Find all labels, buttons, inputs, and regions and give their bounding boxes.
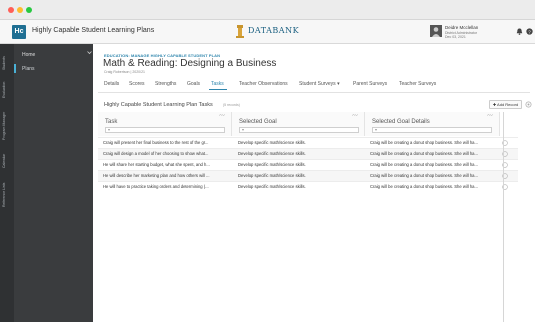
user-date: Dec 03, 2021 (445, 35, 466, 39)
brand-name: DATABANK (248, 26, 300, 35)
table-row[interactable]: He will have to practice taking orders a… (98, 181, 518, 192)
zoom-window-button[interactable] (26, 7, 32, 13)
rail-item-calendar[interactable]: Calendar (2, 150, 12, 172)
active-tab-underline (209, 89, 227, 90)
sort-icon[interactable] (352, 113, 358, 117)
window-titlebar (0, 0, 535, 20)
tab-strengths[interactable]: Strengths (155, 81, 176, 87)
rail-item-evaluation[interactable]: Evaluation (2, 78, 12, 102)
sort-icon[interactable] (219, 113, 225, 117)
tab-student-surveys[interactable]: Student Surveys ▾ (299, 81, 340, 87)
chevron-down-icon[interactable] (87, 50, 92, 55)
active-indicator (14, 64, 16, 73)
goal-cell: Develop specific math/science skills. (238, 151, 306, 156)
column-label-task: Task (105, 119, 118, 125)
goal-cell: Develop specific math/science skills. (238, 173, 306, 178)
goal-details-filter-input[interactable]: ▾ (372, 127, 492, 133)
rail-item-program-manager[interactable]: Program Manager (2, 108, 12, 144)
tab-scores[interactable]: Scores (129, 81, 145, 87)
minimize-window-button[interactable] (17, 7, 23, 13)
goal-details-cell: Craig will be creating a donut shop busi… (370, 173, 479, 178)
left-rail: Students Evaluation Program Manager Cale… (0, 44, 14, 322)
user-name[interactable]: Deidre Mcclellan (445, 25, 478, 30)
table-row[interactable]: He will share her starting budget, what … (98, 159, 518, 170)
goal-details-cell: Craig will be creating a donut shop busi… (370, 151, 479, 156)
tab-tasks[interactable]: Tasks (211, 81, 224, 87)
column-label-selected-goal: Selected Goal (239, 119, 277, 125)
rail-item-reference-lists[interactable]: Reference Lists (2, 178, 12, 212)
databank-logo-icon (236, 25, 244, 38)
section-title: Highly Capable Student Learning Plan Tas… (104, 102, 213, 108)
task-cell: He will describe her marketing plan and … (103, 173, 210, 178)
table-row[interactable]: Craig will design a model of her choosin… (98, 148, 518, 159)
sidebar-item-plans[interactable]: Plans (22, 66, 35, 72)
vertical-divider (503, 112, 504, 322)
tab-bar: Details Scores Strengths Goals Tasks Tea… (93, 80, 535, 91)
app-title: Highly Capable Student Learning Plans (32, 27, 155, 34)
tab-teacher-observations[interactable]: Teacher Observations (239, 81, 288, 87)
sidebar: Home Plans (14, 44, 93, 322)
bell-icon[interactable] (516, 28, 523, 35)
goal-details-cell: Craig will be creating a donut shop busi… (370, 162, 479, 167)
goal-cell: Develop specific math/science skills. (238, 184, 306, 189)
goal-details-cell: Craig will be creating a donut shop busi… (370, 140, 479, 145)
selected-goal-filter-input[interactable]: ▾ (239, 127, 359, 133)
tabs-divider (98, 92, 530, 93)
column-header-selected-goal[interactable]: Selected Goal ▾ (232, 112, 365, 136)
column-header-selected-goal-details[interactable]: Selected Goal Details ▾ (365, 112, 500, 136)
goal-cell: Develop specific math/science skills. (238, 140, 306, 145)
main-content: EDUCATION: MANAGE HIGHLY CAPABLE STUDENT… (93, 44, 535, 322)
table-row[interactable]: He will describe her marketing plan and … (98, 170, 518, 181)
task-filter-input[interactable]: ▾ (105, 127, 225, 133)
help-icon[interactable]: ? (526, 28, 533, 35)
sidebar-item-home[interactable]: Home (22, 52, 35, 58)
rail-item-students[interactable]: Students (2, 52, 12, 74)
user-avatar[interactable] (430, 25, 442, 37)
tab-parent-surveys[interactable]: Parent Surveys (353, 81, 387, 87)
app-logo[interactable]: Hc (12, 25, 26, 39)
tab-goals[interactable]: Goals (187, 81, 200, 87)
task-cell: Craig will present her final business to… (103, 140, 209, 145)
column-header-task[interactable]: Task ▾ (98, 112, 232, 136)
goal-cell: Develop specific math/science skills. (238, 162, 306, 167)
tab-details[interactable]: Details (104, 81, 119, 87)
settings-icon[interactable] (525, 101, 532, 108)
goal-details-cell: Craig will be creating a donut shop busi… (370, 184, 479, 189)
task-cell: He will have to practice taking orders a… (103, 184, 209, 189)
app-header: Hc Highly Capable Student Learning Plans… (0, 20, 535, 44)
close-window-button[interactable] (8, 7, 14, 13)
task-cell: Craig will design a model of her choosin… (103, 151, 209, 156)
sort-icon[interactable] (487, 113, 493, 117)
tab-teacher-surveys[interactable]: Teacher Surveys (399, 81, 436, 87)
page-subtitle: Craig Robertson | 2020/21 (104, 70, 145, 74)
add-record-button[interactable]: ✚ Add Record (489, 100, 522, 109)
page-title: Math & Reading: Designing a Business (103, 58, 277, 69)
task-cell: He will share her starting budget, what … (103, 162, 210, 167)
table-row[interactable]: Craig will present her final business to… (98, 137, 518, 148)
column-label-selected-goal-details: Selected Goal Details (372, 119, 430, 125)
record-count: (5 records) (223, 103, 240, 107)
